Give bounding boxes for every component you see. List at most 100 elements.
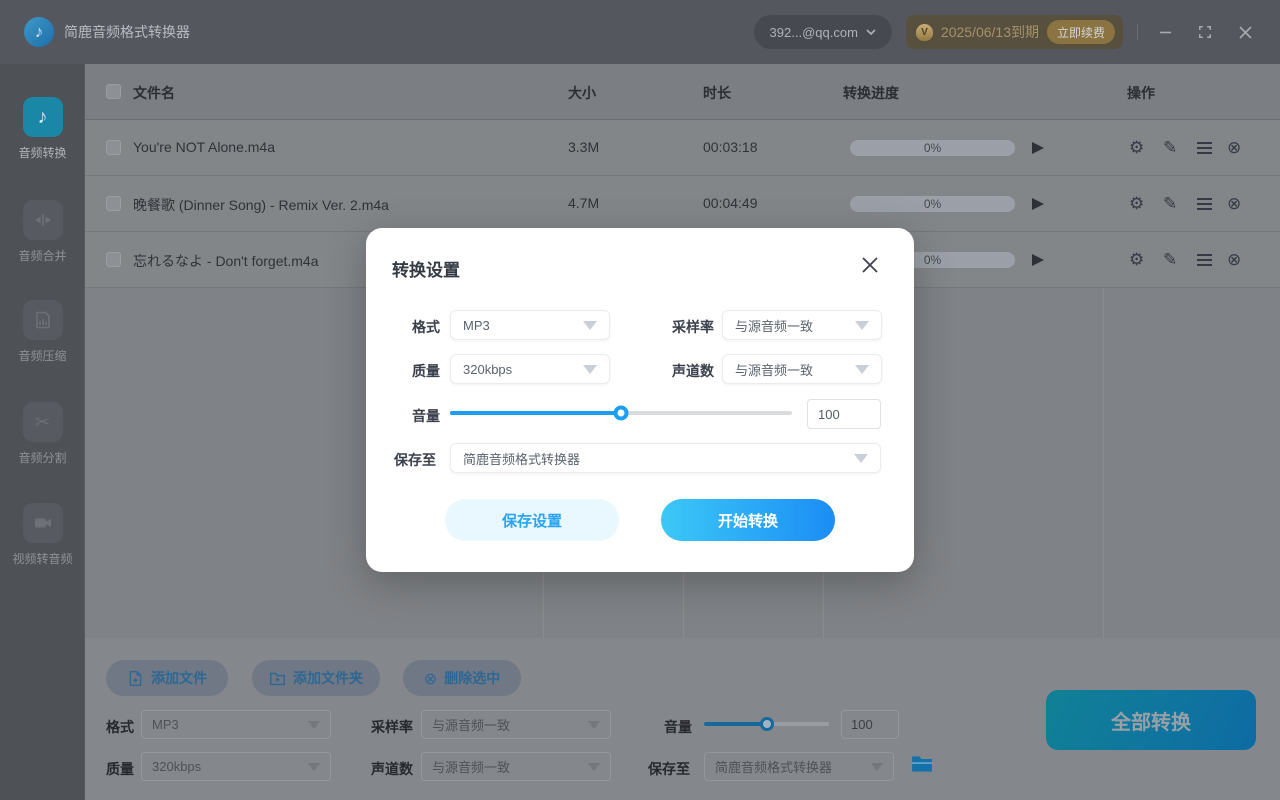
sidebar-item-video-to-audio[interactable]: 视频转音频 bbox=[0, 503, 85, 567]
add-file-icon bbox=[127, 670, 144, 687]
start-convert-button[interactable]: 开始转换 bbox=[661, 499, 835, 541]
slider-thumb[interactable] bbox=[760, 717, 774, 731]
row-menu-icon[interactable] bbox=[1197, 259, 1212, 261]
dropdown-arrow-icon bbox=[583, 365, 597, 374]
footer-save-to-label: 保存至 bbox=[648, 759, 690, 779]
sample-rate-select[interactable]: 与源音频一致 bbox=[722, 310, 882, 340]
dropdown-arrow-icon bbox=[588, 763, 600, 771]
dropdown-arrow-icon bbox=[583, 321, 597, 330]
channels-select[interactable]: 与源音频一致 bbox=[722, 354, 882, 384]
titlebar: ♪ 简鹿音频格式转换器 392...@qq.com V 2025/06/13到期… bbox=[0, 0, 1280, 64]
modal-close-button[interactable] bbox=[860, 256, 880, 276]
volume-slider[interactable] bbox=[450, 411, 792, 415]
footer-quality-select[interactable]: 320kbps bbox=[141, 752, 331, 781]
row-edit-pencil-icon[interactable]: ✎ bbox=[1163, 138, 1177, 158]
volume-input[interactable] bbox=[807, 399, 881, 429]
app-logo-icon: ♪ bbox=[24, 17, 54, 47]
file-name: You're NOT Alone.m4a bbox=[133, 139, 275, 155]
slider-fill bbox=[704, 722, 767, 726]
maximize-icon bbox=[1198, 25, 1212, 39]
maximize-button[interactable] bbox=[1192, 19, 1218, 45]
header-size: 大小 bbox=[568, 83, 596, 103]
progress-bar: 0% bbox=[850, 196, 1015, 212]
row-delete-icon[interactable]: ⊗ bbox=[1227, 194, 1241, 214]
footer-volume-slider[interactable] bbox=[704, 722, 829, 726]
close-button[interactable] bbox=[1232, 19, 1258, 45]
footer-format-select[interactable]: MP3 bbox=[141, 710, 331, 739]
app-window: ♪ 简鹿音频格式转换器 392...@qq.com V 2025/06/13到期… bbox=[0, 0, 1280, 800]
audio-merge-icon bbox=[23, 200, 63, 240]
sample-rate-label: 采样率 bbox=[672, 317, 714, 337]
conversion-settings-modal: 转换设置 格式 MP3 采样率 与源音频一致 质量 320kbps 声道数 与源… bbox=[366, 228, 914, 572]
sidebar-item-audio-merge[interactable]: 音频合并 bbox=[0, 200, 85, 264]
row-settings-gear-icon[interactable]: ⚙ bbox=[1129, 194, 1144, 214]
row-edit-pencil-icon[interactable]: ✎ bbox=[1163, 194, 1177, 214]
row-delete-icon[interactable]: ⊗ bbox=[1227, 250, 1241, 270]
account-menu[interactable]: 392...@qq.com bbox=[754, 15, 892, 49]
audio-convert-icon: ♪ bbox=[23, 97, 63, 137]
vip-badge-icon: V bbox=[916, 24, 933, 41]
footer-save-to-select[interactable]: 简鹿音频格式转换器 bbox=[704, 752, 894, 781]
table-row: You're NOT Alone.m4a 3.3M 00:03:18 0% ⚙ … bbox=[85, 120, 1280, 176]
add-file-button[interactable]: 添加文件 bbox=[106, 660, 228, 696]
open-folder-button[interactable] bbox=[911, 755, 933, 776]
close-icon bbox=[1239, 26, 1252, 39]
play-button[interactable] bbox=[1032, 254, 1044, 266]
select-all-checkbox[interactable] bbox=[106, 84, 121, 99]
file-duration: 00:04:49 bbox=[703, 195, 758, 211]
footer-volume-input[interactable] bbox=[841, 710, 899, 739]
dropdown-arrow-icon bbox=[855, 365, 869, 374]
header-filename: 文件名 bbox=[133, 83, 175, 103]
row-settings-gear-icon[interactable]: ⚙ bbox=[1129, 138, 1144, 158]
dropdown-arrow-icon bbox=[308, 721, 320, 729]
save-to-select[interactable]: 简鹿音频格式转换器 bbox=[450, 443, 881, 473]
quality-select[interactable]: 320kbps bbox=[450, 354, 610, 384]
convert-all-button[interactable]: 全部转换 bbox=[1046, 690, 1256, 750]
table-header: 文件名 大小 时长 转换进度 操作 bbox=[85, 64, 1280, 120]
format-select[interactable]: MP3 bbox=[450, 310, 610, 340]
minimize-icon bbox=[1159, 26, 1172, 39]
play-button[interactable] bbox=[1032, 198, 1044, 210]
file-name: 晚餐歌 (Dinner Song) - Remix Ver. 2.m4a bbox=[133, 195, 389, 215]
row-delete-icon[interactable]: ⊗ bbox=[1227, 138, 1241, 158]
footer-sample-rate-label: 采样率 bbox=[371, 717, 413, 737]
footer-channels-label: 声道数 bbox=[371, 759, 413, 779]
license-expiry: 2025/06/13到期 bbox=[941, 22, 1039, 42]
dropdown-arrow-icon bbox=[871, 763, 883, 771]
save-settings-button[interactable]: 保存设置 bbox=[445, 499, 619, 541]
video-to-audio-icon bbox=[23, 503, 63, 543]
add-folder-button[interactable]: 添加文件夹 bbox=[252, 660, 380, 696]
header-duration: 时长 bbox=[703, 83, 731, 103]
row-checkbox[interactable] bbox=[106, 196, 121, 211]
dropdown-arrow-icon bbox=[588, 721, 600, 729]
minimize-button[interactable] bbox=[1152, 19, 1178, 45]
footer-sample-rate-select[interactable]: 与源音频一致 bbox=[421, 710, 611, 739]
save-to-label: 保存至 bbox=[394, 450, 436, 470]
add-folder-icon bbox=[269, 670, 286, 687]
row-menu-icon[interactable] bbox=[1197, 147, 1212, 149]
header-actions: 操作 bbox=[1127, 83, 1155, 103]
file-size: 3.3M bbox=[568, 139, 599, 155]
play-button[interactable] bbox=[1032, 142, 1044, 154]
row-menu-icon[interactable] bbox=[1197, 203, 1212, 205]
row-checkbox[interactable] bbox=[106, 252, 121, 267]
audio-compress-icon bbox=[23, 300, 63, 340]
sidebar: ♪ 音频转换 音频合并 音频压缩 ✂ 音频分割 视频转音频 bbox=[0, 64, 85, 800]
slider-thumb[interactable] bbox=[614, 406, 629, 421]
delete-selected-button[interactable]: ⊗ 删除选中 bbox=[403, 660, 521, 696]
renew-button[interactable]: 立即续费 bbox=[1047, 20, 1115, 44]
dropdown-arrow-icon bbox=[855, 321, 869, 330]
file-name: 忘れるなよ - Don't forget.m4a bbox=[133, 251, 319, 271]
row-edit-pencil-icon[interactable]: ✎ bbox=[1163, 250, 1177, 270]
footer-channels-select[interactable]: 与源音频一致 bbox=[421, 752, 611, 781]
row-settings-gear-icon[interactable]: ⚙ bbox=[1129, 250, 1144, 270]
sidebar-item-audio-split[interactable]: ✂ 音频分割 bbox=[0, 402, 85, 466]
sidebar-item-audio-convert[interactable]: ♪ 音频转换 bbox=[0, 97, 85, 161]
close-icon bbox=[861, 256, 879, 274]
titlebar-left: ♪ 简鹿音频格式转换器 bbox=[24, 17, 190, 47]
footer-quality-label: 质量 bbox=[106, 759, 134, 779]
row-checkbox[interactable] bbox=[106, 140, 121, 155]
delete-circle-icon: ⊗ bbox=[424, 669, 437, 688]
sidebar-item-audio-compress[interactable]: 音频压缩 bbox=[0, 300, 85, 364]
volume-label: 音量 bbox=[412, 406, 440, 426]
